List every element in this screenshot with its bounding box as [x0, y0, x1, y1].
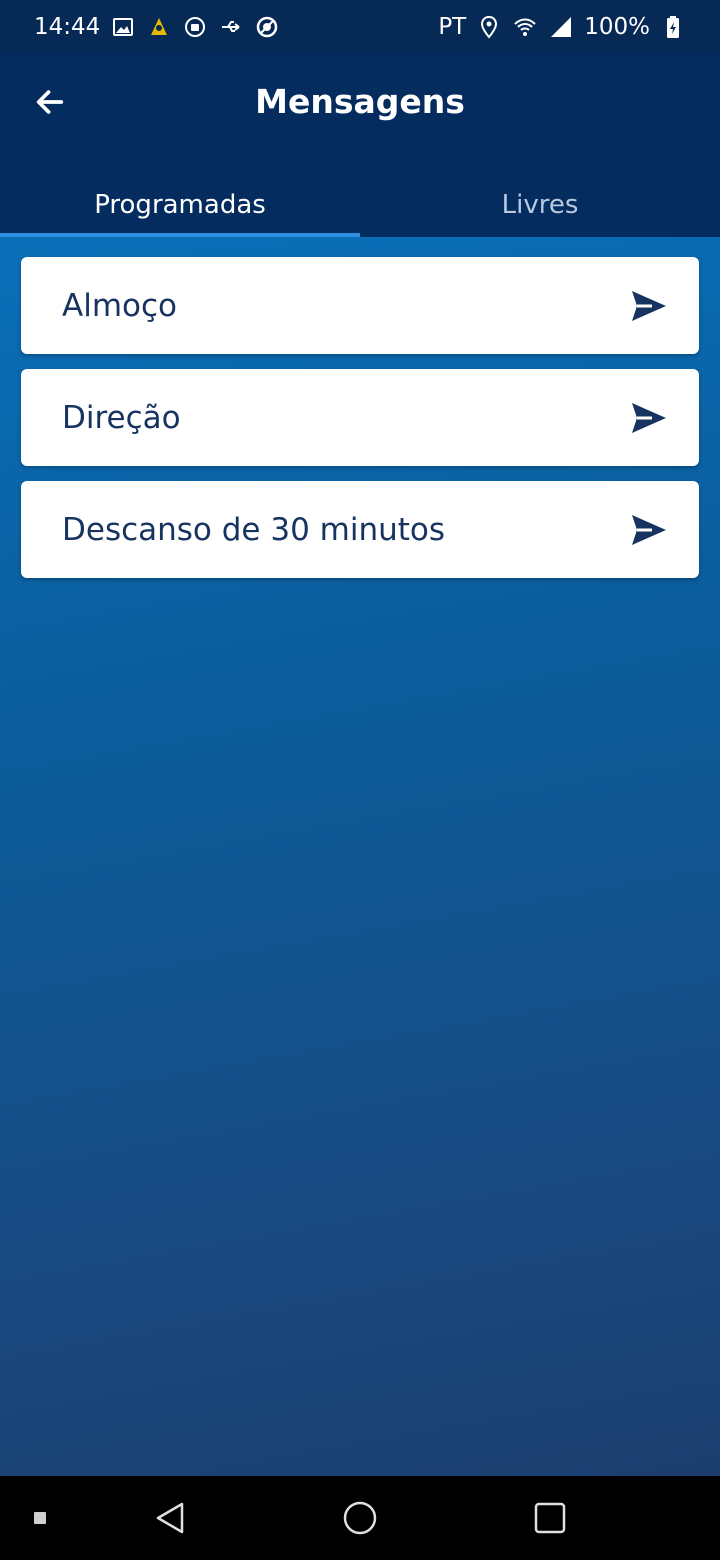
small-square-icon: [34, 1512, 46, 1524]
tab-bar: Programadas Livres: [0, 172, 720, 237]
battery-percent: 100%: [584, 14, 650, 40]
status-bar-left: 14:44: [34, 14, 280, 40]
location-icon: [476, 14, 502, 40]
message-item-descanso[interactable]: Descanso de 30 minutos: [21, 481, 699, 578]
page-title: Mensagens: [255, 82, 465, 121]
status-bar: 14:44 PT 100%: [0, 0, 720, 54]
message-item-direcao[interactable]: Direção: [21, 369, 699, 466]
send-icon[interactable]: [629, 510, 669, 550]
square-overview-icon: [534, 1502, 566, 1534]
usb-icon: [218, 14, 244, 40]
circle-home-icon: [343, 1501, 377, 1535]
app-header: Mensagens Programadas Livres: [0, 54, 720, 237]
nav-overview-button[interactable]: [530, 1498, 570, 1538]
signal-icon: [548, 14, 574, 40]
nav-home-button[interactable]: [340, 1498, 380, 1538]
carrier-label: PT: [438, 14, 467, 40]
message-label: Direção: [62, 399, 181, 436]
triangle-back-icon: [156, 1502, 184, 1534]
app-notification-icon: [146, 14, 172, 40]
battery-icon: [660, 14, 686, 40]
blocked-icon: [254, 14, 280, 40]
message-label: Almoço: [62, 287, 177, 324]
tab-livres[interactable]: Livres: [360, 172, 720, 237]
send-icon[interactable]: [629, 398, 669, 438]
status-bar-right: PT 100%: [438, 14, 686, 40]
image-icon: [110, 14, 136, 40]
send-icon[interactable]: [629, 286, 669, 326]
message-label: Descanso de 30 minutos: [62, 511, 446, 548]
message-list: Almoço Direção Descanso de 30 minutos: [0, 237, 720, 1476]
android-icon: [182, 14, 208, 40]
system-nav-bar: [0, 1476, 720, 1560]
tab-programadas[interactable]: Programadas: [0, 172, 360, 237]
recents-dot-button[interactable]: [30, 1508, 50, 1528]
nav-back-button[interactable]: [150, 1498, 190, 1538]
message-item-almoco[interactable]: Almoço: [21, 257, 699, 354]
status-time: 14:44: [34, 14, 101, 40]
wifi-icon: [512, 14, 538, 40]
